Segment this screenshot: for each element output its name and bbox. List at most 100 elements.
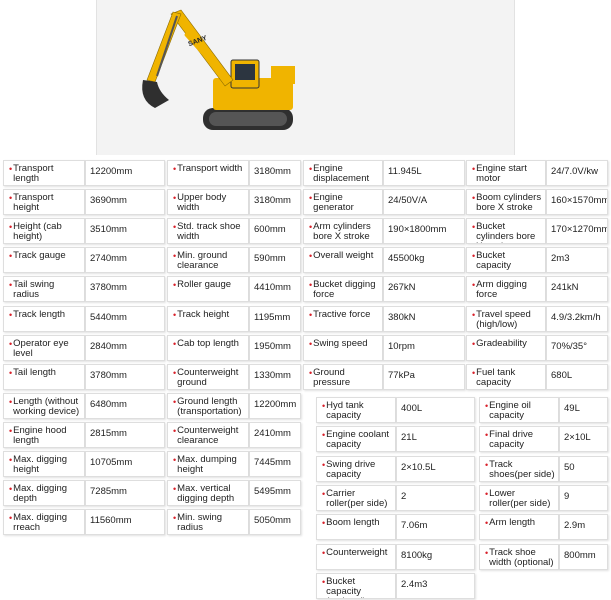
spec-value: 70%/35° (546, 335, 608, 361)
spec-label: Track shoes(per side) (489, 459, 555, 480)
bullet-icon: • (173, 426, 177, 436)
spec-label-cell: • Fuel tank capacity (466, 364, 546, 390)
spec-value: 241kN (546, 276, 608, 302)
spec-label: Arm cylinders bore X stroke (313, 221, 371, 242)
spec-label-cell: • Engine coolant capacity (316, 426, 396, 452)
bullet-icon: • (173, 280, 177, 290)
spec-value: 50 (559, 456, 608, 482)
spec-value: 400L (396, 397, 475, 423)
spec-label-cell: • Tail swing radius (3, 276, 85, 302)
spec-label-cell: • Bucket digging force (303, 276, 383, 302)
bullet-icon: • (322, 460, 326, 470)
bullet-icon: • (9, 484, 13, 494)
spec-label-cell: • Max. digging rreach (3, 509, 85, 535)
bullet-icon: • (9, 251, 13, 261)
spec-value: 4410mm (249, 276, 301, 302)
spec-label: Engine displacement (313, 163, 370, 184)
bullet-icon: • (173, 484, 177, 494)
spec-label-cell: • Track shoe width (optional) (479, 544, 559, 570)
bullet-icon: • (173, 193, 177, 203)
bullet-icon: • (485, 460, 489, 470)
spec-value: 5495mm (249, 480, 301, 506)
spec-label-cell: • Bucket capacity (466, 247, 546, 273)
bullet-icon: • (173, 310, 177, 320)
spec-value: 9 (559, 485, 608, 511)
bullet-icon: • (9, 164, 13, 174)
bullet-icon: • (9, 280, 13, 290)
spec-value: 590mm (249, 247, 301, 273)
bullet-icon: • (322, 430, 326, 440)
bullet-icon: • (173, 397, 177, 407)
spec-label-cell: • Length (without working device) (3, 393, 85, 419)
spec-label-cell: • Counterweight clearance (167, 422, 249, 448)
spec-label: Min. ground clearance (177, 250, 228, 271)
spec-label: Track height (177, 309, 230, 320)
spec-value: 77kPa (383, 364, 465, 390)
spec-label-cell: • Max. digging depth (3, 480, 85, 506)
spec-label: Arm digging force (476, 279, 527, 300)
spec-value: 5050mm (249, 509, 301, 535)
bullet-icon: • (485, 518, 489, 528)
spec-label-cell: • Max. dumping height (167, 451, 249, 477)
spec-label-cell: • Engine hood length (3, 422, 85, 448)
spec-value: 3690mm (85, 189, 165, 215)
spec-label: Ground pressure (313, 367, 351, 388)
spec-value: 3180mm (249, 160, 301, 186)
spec-label: Bucket digging force (313, 279, 376, 300)
bullet-icon: • (472, 368, 476, 378)
spec-label: Bucket capacity (476, 250, 512, 271)
spec-label: Counterweight clearance (177, 425, 239, 446)
spec-label-cell: • Travel speed (high/low) (466, 306, 546, 332)
bullet-icon: • (173, 513, 177, 523)
spec-value: 24/50V/A (383, 189, 465, 215)
spec-label-cell: • Final drive capacity (479, 426, 559, 452)
spec-label-cell: • Tractive force (303, 306, 383, 332)
spec-label-cell: • Track height (167, 306, 249, 332)
spec-label-cell: • Arm cylinders bore X stroke (303, 218, 383, 244)
spec-value: 7445mm (249, 451, 301, 477)
spec-label-cell: • Counterweight (316, 544, 396, 570)
spec-value: 600mm (249, 218, 301, 244)
spec-label: Min. swing radius (177, 512, 223, 533)
spec-value: 160×1570mm (546, 189, 608, 215)
spec-value: 7285mm (85, 480, 165, 506)
spec-value: 2840mm (85, 335, 165, 361)
spec-value: 1195mm (249, 306, 301, 332)
bullet-icon: • (9, 310, 13, 320)
spec-value: 10rpm (383, 335, 465, 361)
spec-label-cell: • Height (cab height) (3, 218, 85, 244)
spec-label-cell: • Carrier roller(per side) (316, 485, 396, 511)
spec-label-cell: •Bucket capacity (optional) (316, 573, 396, 599)
spec-label-cell: • Ground length (transportation) (167, 393, 249, 419)
spec-label-cell: • Hyd tank capacity (316, 397, 396, 423)
bullet-icon: • (9, 368, 13, 378)
spec-label: Arm length (489, 517, 536, 528)
spec-value: 800mm (559, 544, 608, 570)
bullet-icon: • (9, 513, 13, 523)
bullet-icon: • (9, 339, 13, 349)
spec-label: Transport length (13, 163, 54, 184)
spec-label: Track gauge (13, 250, 66, 261)
spec-value: 12200mm (249, 393, 301, 419)
spec-label-cell: • Tail length (3, 364, 85, 390)
spec-value: 190×1800mm (383, 218, 465, 244)
spec-label: Upper body width (177, 192, 227, 213)
bullet-icon: • (322, 548, 326, 558)
bullet-icon: • (472, 222, 476, 232)
spec-label-cell: • Track length (3, 306, 85, 332)
spec-value: 7.06m (396, 514, 475, 540)
bullet-icon: • (173, 339, 177, 349)
spec-value: 2×10.5L (396, 456, 475, 482)
bullet-icon: • (472, 280, 476, 290)
spec-label: Height (cab height) (13, 221, 62, 242)
bullet-icon: • (485, 401, 489, 411)
spec-label: Bucket cylinders bore X stroke (476, 221, 536, 244)
spec-label-cell: • Transport height (3, 189, 85, 215)
bullet-icon: • (9, 222, 13, 232)
spec-label: Counterweight ground (177, 367, 239, 388)
spec-label-cell: • Transport width (167, 160, 249, 186)
spec-label: Travel speed (high/low) (476, 309, 531, 330)
bullet-icon: • (322, 489, 326, 499)
spec-value: 49L (559, 397, 608, 423)
spec-label-cell: • Engine oil capacity (479, 397, 559, 423)
